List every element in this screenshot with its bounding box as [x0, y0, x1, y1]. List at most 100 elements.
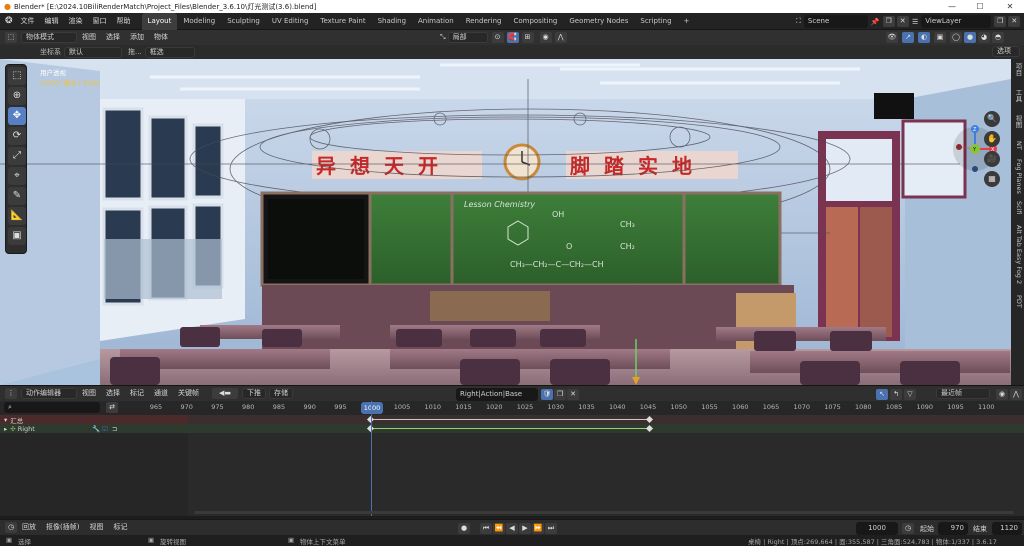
expand-icon[interactable]: ▾	[4, 416, 7, 424]
tab-texture-paint[interactable]: Texture Paint	[314, 13, 371, 30]
tab-pdt[interactable]: PDT	[1012, 295, 1023, 308]
perspective-grid-icon[interactable]: ▦	[984, 171, 1000, 187]
tab-layout[interactable]: Layout	[141, 12, 178, 30]
menu-help[interactable]: 帮助	[112, 13, 136, 30]
transform-icon[interactable]: ⌖	[8, 167, 26, 185]
delete-viewlayer-icon[interactable]: ✕	[1008, 16, 1021, 27]
select-box-icon[interactable]: ⬚	[8, 67, 26, 85]
falloff-icon[interactable]: ⋀	[554, 32, 567, 43]
action-name-field[interactable]: Right|Action|Base Layer	[456, 388, 538, 411]
play-icon[interactable]: ▶	[519, 523, 531, 534]
tab-tool[interactable]: 工具	[1012, 89, 1023, 102]
viewlayer-field[interactable]: ViewLayer	[921, 15, 992, 28]
new-scene-icon[interactable]: ❐	[882, 16, 895, 27]
menu-marker[interactable]: 标记	[108, 519, 132, 536]
menu-channel[interactable]: 通道	[149, 385, 173, 402]
menu-edit[interactable]: 编辑	[40, 13, 64, 30]
pivot-icon[interactable]: ⊙	[491, 32, 504, 43]
snapping-dropdown[interactable]: 最近帧	[936, 388, 990, 399]
tab-scripting[interactable]: Scripting	[634, 13, 677, 30]
fake-user-icon[interactable]: 🛡	[541, 389, 553, 400]
menu-add[interactable]: 添加	[125, 29, 149, 46]
scene-field[interactable]: Scene	[803, 15, 868, 28]
dopesheet-area[interactable]	[188, 401, 1024, 516]
swap-icon[interactable]: ⇄	[106, 402, 118, 413]
jump-end-icon[interactable]: ⏭	[545, 523, 557, 534]
minimize-button[interactable]: —	[938, 0, 966, 13]
stash-button[interactable]: 存储	[269, 388, 293, 399]
orientation-dropdown[interactable]: 局部	[447, 32, 488, 43]
checkbox-icon[interactable]: ☑	[102, 425, 108, 433]
current-frame-field[interactable]: 1000	[856, 522, 898, 535]
editor-type-icon[interactable]: ⬚	[5, 32, 17, 43]
menu-select[interactable]: 选择	[101, 29, 125, 46]
close-button[interactable]: ✕	[996, 0, 1024, 13]
menu-window[interactable]: 窗口	[88, 13, 112, 30]
current-frame-marker[interactable]: 1000	[361, 402, 383, 414]
add-workspace-button[interactable]: +	[678, 13, 696, 30]
menu-key[interactable]: 关键帧	[173, 385, 204, 402]
zoom-icon[interactable]: 🔍	[984, 111, 1000, 127]
shading-wire-icon[interactable]: ◯	[950, 32, 962, 43]
menu-marker[interactable]: 标记	[125, 385, 149, 402]
push-down-button[interactable]: 下推	[242, 388, 266, 399]
editor-mode-dropdown[interactable]: 动作编辑器	[21, 388, 77, 399]
snap-target-icon[interactable]: ⊞	[521, 32, 534, 43]
timeline-editor-icon[interactable]: ◷	[5, 522, 17, 533]
maximize-button[interactable]: ☐	[966, 0, 994, 13]
options-dropdown[interactable]: 选项	[992, 46, 1020, 57]
menu-view[interactable]: 视图	[77, 385, 101, 402]
filter-icon[interactable]: ▽	[904, 389, 916, 400]
snap-icon[interactable]: 🧲	[506, 32, 519, 43]
object-row[interactable]: ▸ ✣ Right 🔧 ☑ ⊐	[0, 424, 188, 433]
annotate-icon[interactable]: ✎	[8, 187, 26, 205]
tab-fog-planes[interactable]: Fog Planes	[1012, 159, 1023, 194]
new-viewlayer-icon[interactable]: ❐	[994, 16, 1007, 27]
prev-key-icon[interactable]: ⏪	[493, 523, 505, 534]
tab-nt[interactable]: NT	[1012, 141, 1023, 150]
lock-icon[interactable]: ⊐	[112, 425, 117, 433]
gizmo-icon[interactable]: ↗	[902, 32, 914, 43]
collapse-icon[interactable]: ▸	[4, 425, 7, 433]
3d-viewport[interactable]: 异想天开 脚踏实地 Lesson Chemistry OH CH₃ CH₂ O …	[0, 59, 1011, 385]
mode-dropdown[interactable]: 物体模式	[21, 32, 77, 43]
frame-ruler[interactable]: ⌕ ⇄ 965 970 975 980 985 990 995 1005 1010 1015 102…	[0, 401, 1024, 415]
layer-prev-icon[interactable]: ◀▬	[212, 388, 238, 399]
falloff-curve-icon[interactable]: ⋀	[1010, 389, 1022, 400]
pin-icon[interactable]: 📌	[871, 18, 880, 26]
move-icon[interactable]: ✥	[8, 107, 26, 125]
scale-icon[interactable]: ⤢	[8, 147, 26, 165]
tab-sculpting[interactable]: Sculpting	[221, 13, 266, 30]
tab-animation[interactable]: Animation	[412, 13, 460, 30]
camera-view-icon[interactable]: 🎥	[984, 151, 1000, 167]
menu-render[interactable]: 渲染	[64, 13, 88, 30]
cursor-icon[interactable]: ⊕	[8, 87, 26, 105]
playhead-line[interactable]	[371, 401, 372, 516]
visibility-icon[interactable]: 👁	[886, 32, 898, 43]
xray-icon[interactable]: ▣	[934, 32, 946, 43]
tab-shading[interactable]: Shading	[372, 13, 412, 30]
tab-uv-editing[interactable]: UV Editing	[266, 13, 315, 30]
blender-menu-icon[interactable]: ❂	[5, 16, 13, 26]
select-only-icon[interactable]: ↖	[876, 389, 888, 400]
rotate-icon[interactable]: ⟳	[8, 127, 26, 145]
end-frame-field[interactable]: 1120	[992, 522, 1022, 535]
horizontal-scrollbar[interactable]	[194, 511, 1014, 514]
drag-dropdown[interactable]: 框选	[144, 46, 195, 58]
start-frame-field[interactable]: 970	[938, 522, 968, 535]
proportional-icon[interactable]: ◉	[996, 389, 1008, 400]
menu-keying[interactable]: 抠像(插帧)	[41, 519, 84, 536]
coord-dropdown[interactable]: 默认	[64, 46, 122, 58]
channel-search-input[interactable]: ⌕	[4, 402, 100, 413]
new-action-icon[interactable]: ❐	[554, 389, 566, 400]
menu-view[interactable]: 视图	[77, 29, 101, 46]
play-reverse-icon[interactable]: ◀	[506, 523, 518, 534]
wrench-icon[interactable]: 🔧	[92, 425, 100, 433]
tab-rendering[interactable]: Rendering	[460, 13, 508, 30]
summary-row[interactable]: ▾ 汇总	[0, 415, 188, 425]
measure-icon[interactable]: 📐	[8, 207, 26, 225]
dopesheet-editor-icon[interactable]: ⋮	[5, 388, 17, 399]
tab-item[interactable]: 项目	[1012, 63, 1023, 76]
tab-geometry-nodes[interactable]: Geometry Nodes	[563, 13, 634, 30]
record-icon[interactable]: ●	[458, 523, 470, 534]
